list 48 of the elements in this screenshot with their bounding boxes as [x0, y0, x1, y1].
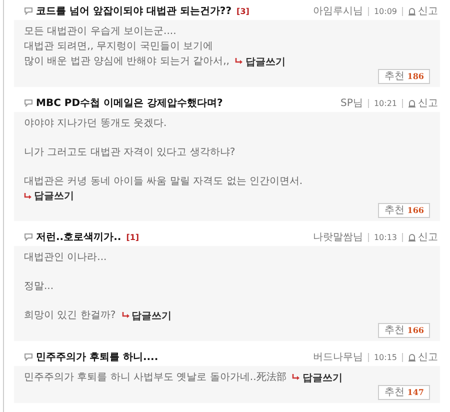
comment-time: 10:21: [374, 98, 397, 108]
siren-icon: [408, 98, 416, 108]
author-name: 나랏말쌈님: [312, 231, 363, 244]
report-link[interactable]: 신고: [408, 350, 438, 364]
reply-arrow-icon: [292, 374, 300, 381]
comment-text: 대법관은 커녕 동네 아이들 싸움 말릴 자격도 없는 인간이면서.: [24, 175, 303, 189]
comment-title: 민주주의가 후퇴를 하니....: [36, 351, 158, 364]
comment-text: 대법관 되려면,, 무지렁이 국민들이 보기에: [24, 40, 214, 54]
comment-text: 야야야 지나가던 똥개도 웃겠다.: [24, 117, 167, 131]
comment-time: 10:15: [374, 352, 397, 362]
reply-link[interactable]: 답글쓰기: [24, 189, 74, 203]
reply-link[interactable]: 답글쓰기: [292, 370, 342, 384]
reply-link[interactable]: 답글쓰기: [235, 54, 286, 68]
report-link[interactable]: 신고: [408, 230, 438, 244]
report-link[interactable]: 신고: [408, 96, 438, 110]
comment-text: 모든 대법관이 우습게 보이는군....: [24, 25, 176, 39]
comment-text: 정말...: [24, 280, 54, 294]
reply-arrow-icon: [122, 312, 130, 319]
comment-text: 많이 배운 법관 양심에 반해야 되는거 같아서,,: [24, 55, 230, 69]
comment-title: MBC PD수첩 이메일은 강제압수했다며?: [36, 97, 223, 110]
siren-icon: [408, 352, 416, 362]
siren-icon: [408, 6, 416, 16]
recommend-button[interactable]: 추천 186: [378, 69, 430, 84]
comment-text: 민주주의가 후퇴를 하니 사법부도 옛날로 돌아가네..死法部: [24, 370, 286, 385]
comment-text: 대법관인 이나라...: [24, 251, 107, 265]
comment-title: 저런..호로색끼가..: [36, 231, 122, 244]
reply-arrow-icon: [24, 192, 32, 200]
comment-time: 10:09: [374, 6, 397, 16]
report-link[interactable]: 신고: [408, 4, 438, 18]
comment-title: 코드를 넘어 앞잡이되야 대법관 되는건가??: [36, 5, 232, 18]
recommend-button[interactable]: 추천 147: [378, 385, 430, 400]
comment-text: 니가 그러고도 대법관 자격이 있다고 생각하냐?: [24, 146, 236, 160]
author-name: 아임루시님: [312, 5, 363, 18]
recommend-button[interactable]: 추천 166: [378, 203, 430, 218]
reply-arrow-icon: [235, 58, 244, 65]
siren-icon: [408, 232, 416, 242]
comment-text: 희망이 있긴 한걸까?: [24, 309, 116, 323]
comment-icon: [24, 7, 33, 15]
comment-icon: [24, 233, 33, 241]
recommend-button[interactable]: 추천 166: [378, 323, 430, 338]
comment-time: 10:13: [374, 232, 397, 242]
comment-icon: [24, 99, 33, 107]
author-name: SP님: [340, 97, 363, 110]
reply-link[interactable]: 답글쓰기: [122, 308, 172, 322]
comment-icon: [24, 353, 33, 361]
author-name: 버드나무님: [312, 351, 363, 364]
reply-count: [1]: [126, 232, 140, 242]
reply-count: [3]: [236, 6, 250, 16]
